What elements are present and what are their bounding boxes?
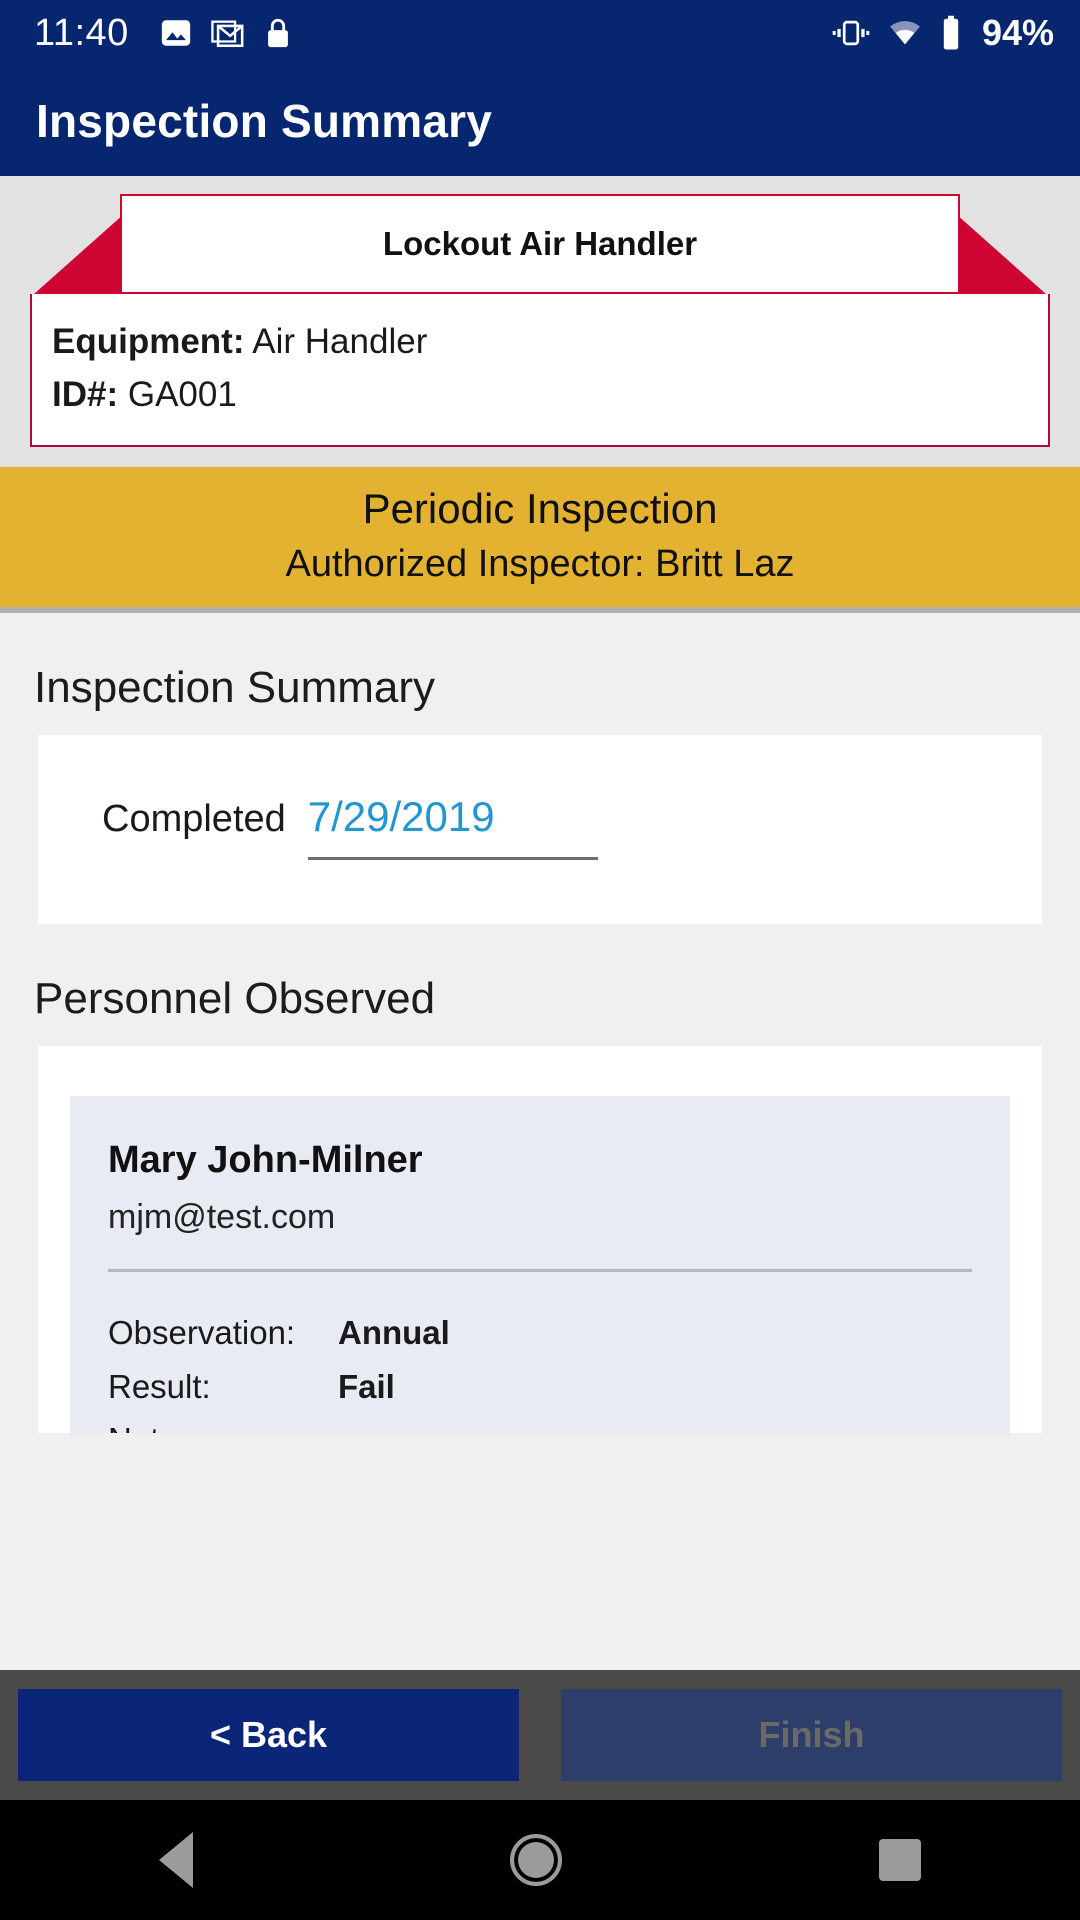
status-bar-notification-icons	[159, 16, 293, 50]
result-row: Result: Fail	[108, 1360, 972, 1413]
inspection-summary-heading: Inspection Summary	[34, 662, 436, 712]
photo-icon	[159, 16, 193, 50]
bottom-action-bar: < Back Finish	[0, 1670, 1080, 1800]
procedure-title: Lockout Air Handler	[382, 225, 698, 262]
ribbon-graphic: Lockout Air Handler	[0, 194, 1080, 294]
content-scroll-area[interactable]: Inspection Summary Completed 7/29/2019 P…	[0, 612, 1080, 1433]
android-nav-bar	[0, 1800, 1080, 1920]
observation-value: Annual	[338, 1314, 450, 1352]
notes-row: Notes:	[108, 1413, 972, 1433]
status-bar: 11:40 94%	[0, 0, 1080, 66]
completed-date-value: 7/29/2019	[307, 792, 495, 840]
completed-date-input[interactable]: 7/29/2019	[307, 792, 598, 860]
divider	[108, 1269, 972, 1273]
observation-label: Observation:	[108, 1314, 296, 1352]
list-item[interactable]: Mary John-Milner mjm@test.com Observatio…	[70, 1095, 1010, 1433]
recents-square-icon[interactable]	[879, 1839, 922, 1881]
equipment-banner: Lockout Air Handler Equipment: Air Handl…	[0, 176, 1080, 467]
page-title: Inspection Summary	[36, 95, 493, 147]
equipment-details-card: Equipment: Air Handler ID#: GA001	[30, 294, 1050, 447]
vibrate-icon	[832, 16, 870, 50]
wifi-icon	[886, 16, 924, 50]
equipment-id-label: ID#:	[52, 374, 119, 414]
battery-percent-label: 94%	[981, 12, 1054, 53]
phone-screen: 11:40 94% Inspection Summary Lockout Air…	[0, 0, 1080, 1920]
equipment-row: Equipment: Air Handler	[52, 316, 1028, 369]
result-label: Result:	[108, 1367, 211, 1405]
equipment-value: Air Handler	[252, 322, 428, 361]
inspection-type-label: Periodic Inspection	[362, 485, 718, 532]
ribbon-tail-left-icon	[34, 214, 124, 294]
result-value: Fail	[338, 1367, 395, 1405]
person-email: mjm@test.com	[108, 1198, 336, 1237]
home-circle-icon[interactable]	[509, 1834, 562, 1886]
finish-button[interactable]: Finish	[561, 1689, 1062, 1781]
authorized-inspector-label: Authorized Inspector: Britt Laz	[285, 542, 795, 585]
person-name: Mary John-Milner	[108, 1138, 423, 1181]
equipment-label: Equipment:	[52, 322, 245, 361]
personnel-observed-heading: Personnel Observed	[34, 973, 436, 1023]
status-bar-system-icons: 94%	[832, 12, 1054, 54]
completed-label: Completed	[102, 797, 286, 840]
status-bar-clock: 11:40	[34, 11, 129, 54]
equipment-id-value: GA001	[127, 374, 237, 414]
lock-icon	[263, 16, 293, 50]
observation-row: Observation: Annual	[108, 1306, 972, 1359]
battery-icon	[940, 15, 962, 51]
completed-date-card: Completed 7/29/2019	[38, 734, 1042, 924]
notes-label: Notes:	[108, 1413, 338, 1433]
app-bar: Inspection Summary	[0, 66, 1080, 176]
back-button[interactable]: < Back	[18, 1689, 519, 1781]
back-triangle-icon[interactable]	[158, 1832, 193, 1888]
personnel-list-card: Mary John-Milner mjm@test.com Observatio…	[38, 1045, 1042, 1433]
ribbon-tail-right-icon	[956, 214, 1046, 294]
equipment-id-row: ID#: GA001	[52, 369, 1028, 422]
inspection-type-band: Periodic Inspection Authorized Inspector…	[0, 467, 1080, 613]
ribbon-head: Lockout Air Handler	[120, 194, 960, 294]
gmail-icon	[211, 16, 245, 50]
